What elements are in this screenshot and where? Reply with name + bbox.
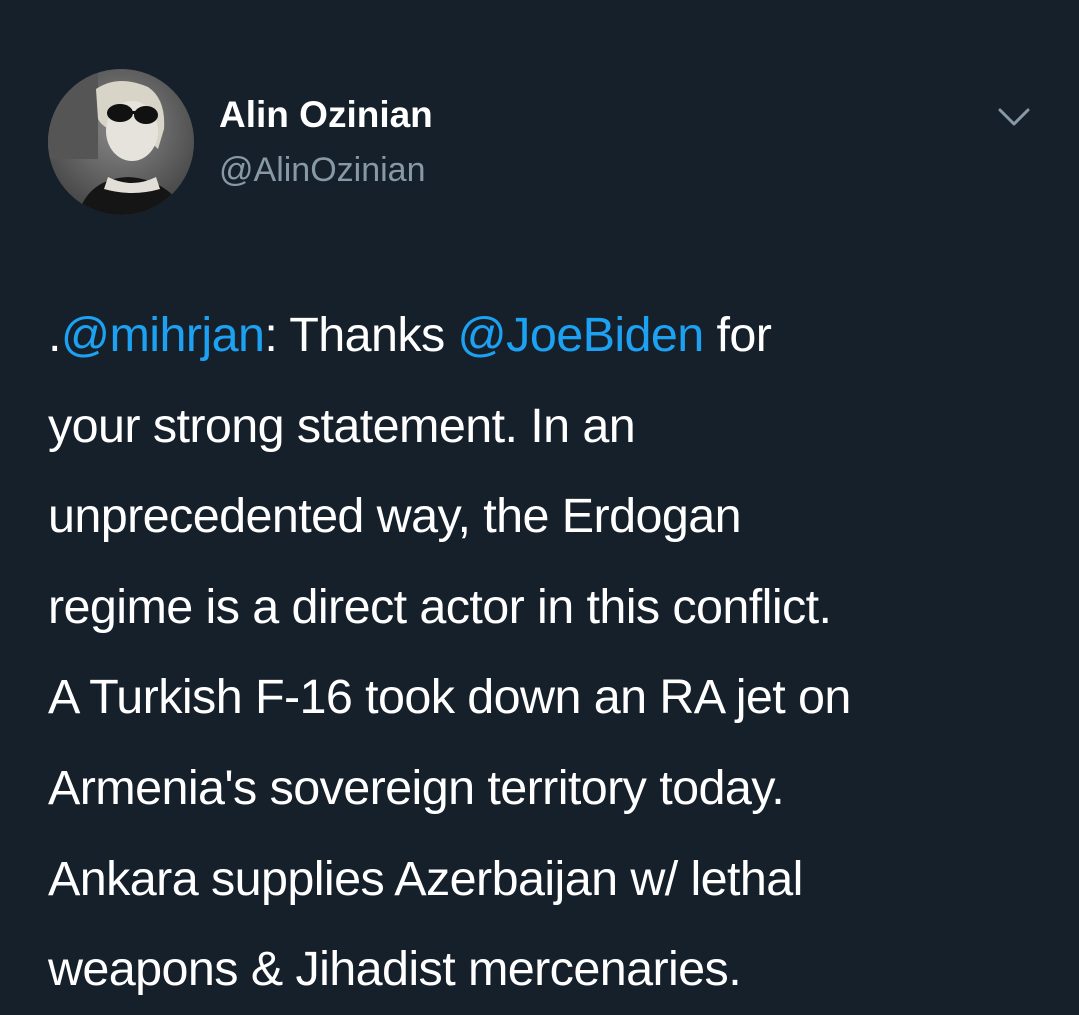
mention-link[interactable]: @JoeBiden: [458, 308, 705, 362]
tweet-line: your strong statement. In an: [48, 398, 636, 453]
text-segment: for: [703, 308, 772, 362]
tweet-text: .@mihrjan: Thanks @JoeBiden for your str…: [48, 290, 1058, 1015]
text-segment: : Thanks: [264, 308, 458, 362]
author-display-name[interactable]: Alin Ozinian: [219, 96, 433, 133]
profile-photo-icon: [48, 69, 194, 215]
tweet-line: unprecedented way, the Erdogan: [48, 489, 742, 544]
tweet-line: .@mihrjan: Thanks @JoeBiden for: [48, 290, 1058, 381]
tweet-line: A Turkish F-16 took down an RA jet on: [48, 670, 851, 725]
text-prefix: .: [48, 308, 61, 362]
tweet-line: Ankara supplies Azerbaijan w/ lethal: [48, 851, 803, 906]
chevron-down-icon[interactable]: [994, 100, 1034, 136]
author-handle[interactable]: @AlinOzinian: [219, 153, 426, 187]
tweet-line: weapons & Jihadist mercenaries.: [48, 942, 742, 997]
tweet-line: Armenia's sovereign territory today.: [48, 760, 785, 815]
avatar[interactable]: [48, 69, 194, 215]
mention-link[interactable]: @mihrjan: [61, 308, 265, 362]
tweet-card: Alin Ozinian @AlinOzinian .@mihrjan: Tha…: [0, 0, 1079, 1013]
tweet-line: regime is a direct actor in this conflic…: [48, 579, 832, 634]
